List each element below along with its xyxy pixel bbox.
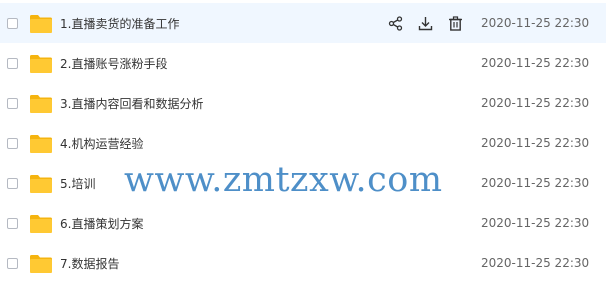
row-checkbox[interactable]: [7, 57, 18, 69]
list-item[interactable]: 2.直播账号涨粉手段 2020-11-25 22:30: [0, 43, 606, 83]
list-item[interactable]: 7.数据报告 2020-11-25 22:30: [0, 243, 606, 283]
modified-time: 2020-11-25 22:30: [481, 136, 590, 150]
modified-time: 2020-11-25 22:30: [481, 96, 590, 110]
row-actions: [388, 15, 463, 31]
watermark-text: www.zmtzxw.com: [124, 160, 443, 200]
modified-time: 2020-11-25 22:30: [481, 176, 590, 190]
folder-icon: [30, 174, 52, 193]
delete-icon[interactable]: [448, 15, 463, 31]
modified-time: 2020-11-25 22:30: [481, 16, 590, 30]
file-name[interactable]: 2.直播账号涨粉手段: [60, 55, 167, 72]
file-name[interactable]: 1.直播卖货的准备工作: [60, 15, 179, 32]
file-name[interactable]: 4.机构运营经验: [60, 135, 143, 152]
row-checkbox[interactable]: [7, 97, 18, 109]
folder-icon: [30, 134, 52, 153]
modified-time: 2020-11-25 22:30: [481, 256, 590, 270]
row-checkbox[interactable]: [7, 177, 18, 189]
file-name[interactable]: 7.数据报告: [60, 255, 119, 272]
folder-icon: [30, 94, 52, 113]
folder-icon: [30, 14, 52, 33]
row-checkbox[interactable]: [7, 137, 18, 149]
list-item[interactable]: 4.机构运营经验 2020-11-25 22:30: [0, 123, 606, 163]
file-list: 1.直播卖货的准备工作 2020-11-25 22:30 2.直播账号涨粉手段 …: [0, 0, 606, 292]
download-icon[interactable]: [418, 16, 433, 31]
folder-icon: [30, 214, 52, 233]
file-name[interactable]: 5.培训: [60, 175, 95, 192]
folder-icon: [30, 254, 52, 273]
row-checkbox[interactable]: [7, 257, 18, 269]
file-name[interactable]: 6.直播策划方案: [60, 215, 143, 232]
list-item[interactable]: 1.直播卖货的准备工作 2020-11-25 22:30: [0, 3, 606, 43]
list-item[interactable]: 3.直播内容回看和数据分析 2020-11-25 22:30: [0, 83, 606, 123]
row-checkbox[interactable]: [7, 217, 18, 229]
folder-icon: [30, 54, 52, 73]
modified-time: 2020-11-25 22:30: [481, 56, 590, 70]
file-name[interactable]: 3.直播内容回看和数据分析: [60, 95, 203, 112]
modified-time: 2020-11-25 22:30: [481, 216, 590, 230]
share-icon[interactable]: [388, 15, 403, 31]
row-checkbox[interactable]: [7, 17, 18, 29]
list-item[interactable]: 6.直播策划方案 2020-11-25 22:30: [0, 203, 606, 243]
